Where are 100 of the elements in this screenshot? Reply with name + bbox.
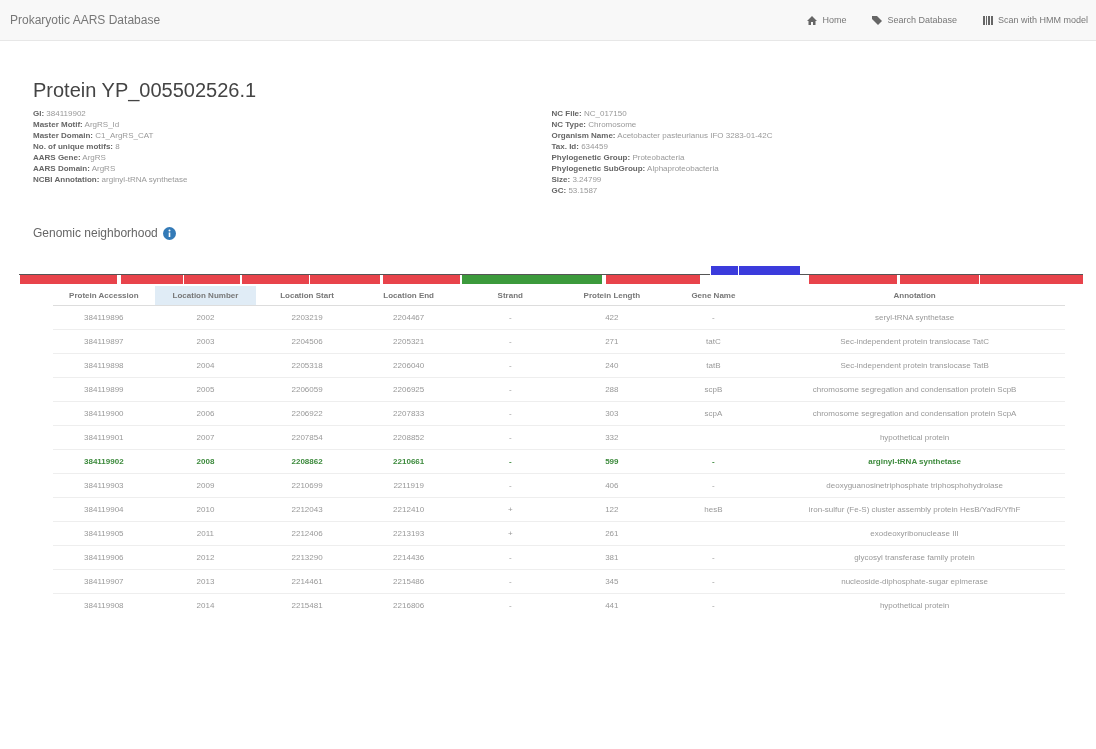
table-cell: 384119900 — [53, 401, 155, 426]
table-cell: 2212410 — [357, 497, 460, 522]
table-cell: 2206925 — [357, 377, 460, 402]
column-header[interactable]: Location End — [357, 286, 460, 306]
gene-segment[interactable] — [604, 275, 701, 284]
table-cell: 2206922 — [256, 401, 358, 426]
table-cell: Sec-independent protein translocase TatC — [764, 329, 1065, 354]
nav-link[interactable]: Home — [807, 15, 847, 25]
table-cell: iron-sulfur (Fe-S) cluster assembly protein HesB/YadR/YfhF — [764, 497, 1065, 522]
table-cell: 2004 — [154, 353, 257, 378]
table-cell: hypothetical protein — [764, 593, 1065, 617]
table-cell: 384119905 — [53, 521, 155, 546]
table-cell: 384119901 — [53, 425, 155, 450]
table-cell: 2213193 — [357, 521, 460, 546]
nav-link[interactable]: Scan with HMM model — [982, 15, 1088, 25]
table-cell: seryl-tRNA synthetase — [764, 305, 1065, 330]
table-cell: 2013 — [154, 569, 257, 594]
table-cell: 384119908 — [53, 593, 155, 617]
protein-title: Protein YP_005502526.1 — [33, 79, 258, 102]
info-field: NC Type: Chromosome — [551, 119, 1070, 130]
table-cell: 384119907 — [53, 569, 155, 594]
table-cell: 2007 — [154, 425, 257, 450]
table-cell: glycosyl transferase family protein — [764, 545, 1065, 570]
table-cell: 2011 — [154, 521, 257, 546]
info-field: AARS Gene: ArgRS — [33, 152, 552, 163]
table-cell: 384119897 — [53, 329, 155, 354]
table-cell: arginyl-tRNA synthetase — [764, 449, 1065, 474]
table-cell: 2010 — [154, 497, 257, 522]
table-cell: - — [662, 449, 765, 474]
table-cell: hypothetical protein — [764, 425, 1065, 450]
table-cell: 303 — [561, 401, 663, 426]
table-cell: 261 — [561, 521, 663, 546]
gene-segment[interactable] — [381, 275, 461, 284]
gene-segment[interactable] — [710, 266, 739, 275]
table-cell: 2014 — [154, 593, 257, 617]
table-cell: 599 — [561, 449, 663, 474]
table-cell: - — [662, 545, 765, 570]
table-cell: 384119904 — [53, 497, 155, 522]
column-header[interactable]: Location Start — [256, 286, 358, 306]
table-cell: 2214461 — [256, 569, 358, 594]
column-header[interactable]: Strand — [459, 286, 562, 306]
table-cell: 384119899 — [53, 377, 155, 402]
brand-link[interactable]: Prokaryotic AARS Database — [10, 13, 161, 27]
info-field: Master Motif: ArgRS_Id — [33, 119, 552, 130]
table-cell: 2210661 — [357, 449, 460, 474]
table-cell: 2212043 — [256, 497, 358, 522]
table-cell: 2005 — [154, 377, 257, 402]
gene-segment[interactable] — [119, 275, 184, 284]
table-cell: 2208862 — [256, 449, 358, 474]
table-cell: 422 — [561, 305, 663, 330]
gene-segment[interactable] — [899, 275, 980, 284]
table-cell: - — [459, 329, 562, 354]
table-cell: 406 — [561, 473, 663, 498]
barcode-icon — [982, 15, 993, 25]
info-field: NC File: NC_017150 — [551, 108, 1070, 119]
gene-segment[interactable] — [241, 275, 310, 284]
column-header[interactable]: Protein Length — [561, 286, 663, 306]
info-field: NCBI Annotation: arginyl-tRNA synthetase — [33, 174, 552, 185]
table-cell: tatC — [662, 329, 765, 354]
table-cell: 2207854 — [256, 425, 358, 450]
column-header[interactable]: Location Number — [154, 286, 257, 306]
table-cell: 122 — [561, 497, 663, 522]
info-field: Size: 3.24799 — [551, 174, 1070, 185]
gene-segment[interactable] — [738, 266, 801, 275]
column-header[interactable]: Gene Name — [662, 286, 765, 306]
table-cell: 2208852 — [357, 425, 460, 450]
table-cell: 2008 — [154, 449, 257, 474]
table-cell: 2215481 — [256, 593, 358, 617]
column-header[interactable]: Annotation — [764, 286, 1065, 306]
table-cell: 2212406 — [256, 521, 358, 546]
table-cell: 384119902 — [53, 449, 155, 474]
table-cell: chromosome segregation and condensation protein ScpA — [764, 401, 1065, 426]
table-cell: 2204467 — [357, 305, 460, 330]
gene-segment[interactable] — [308, 275, 381, 284]
info-field: Tax. Id: 634459 — [551, 141, 1070, 152]
info-icon[interactable] — [162, 226, 176, 240]
table-cell: 2003 — [154, 329, 257, 354]
table-cell: - — [459, 353, 562, 378]
table-cell: 441 — [561, 593, 663, 617]
table-cell: - — [662, 569, 765, 594]
table-cell: scpB — [662, 377, 765, 402]
table-cell: 2214436 — [357, 545, 460, 570]
column-header[interactable]: Protein Accession — [53, 286, 155, 306]
table-cell: 2009 — [154, 473, 257, 498]
gene-segment[interactable] — [807, 275, 898, 284]
table-cell: - — [459, 425, 562, 450]
table-cell: tatB — [662, 353, 765, 378]
table-cell: 332 — [561, 425, 663, 450]
table-cell: 2206040 — [357, 353, 460, 378]
info-field: Phylogenetic SubGroup: Alphaproteobacteria — [551, 163, 1070, 174]
table-cell: - — [459, 449, 562, 474]
table-cell: + — [459, 521, 562, 546]
nav-link[interactable]: Search Database — [872, 15, 957, 25]
table-cell: 2006 — [154, 401, 257, 426]
table-cell: nucleoside-diphosphate-sugar epimerase — [764, 569, 1065, 594]
info-field: Organism Name: Acetobacter pasteurianus IFO 3283-01-42C — [551, 130, 1070, 141]
table-cell: 384119906 — [53, 545, 155, 570]
info-field: GC: 53.1587 — [551, 185, 1070, 196]
table-cell: 2002 — [154, 305, 257, 330]
info-field: Master Domain: C1_ArgRS_CAT — [33, 130, 552, 141]
